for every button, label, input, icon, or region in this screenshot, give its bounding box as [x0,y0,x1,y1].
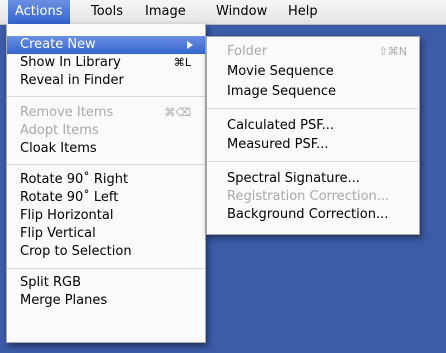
menu-separator [7,164,205,165]
menu-item-label: Image Sequence [227,84,336,99]
menu-item-label: Reveal in Finder [20,73,124,88]
menu-item-label: Split RGB [20,275,81,290]
menu-item-label: Remove Items [20,105,114,120]
menu-item-label: Spectral Signature... [227,171,360,186]
menu-item-label: Background Correction... [227,207,389,222]
menu-window[interactable]: Window [209,0,274,24]
menu-item-flip-vertical[interactable]: Flip Vertical [7,225,205,243]
menu-item-rotate-right[interactable]: Rotate 90˚ Right [7,171,205,189]
submenu-item-registration-correction: Registration Correction... [207,188,419,206]
actions-menu: Create New Show In Library ⌘L Reveal in … [6,24,206,343]
menu-item-cloak-items[interactable]: Cloak Items [7,140,205,158]
menu-separator [7,268,205,269]
menu-item-remove-items: Remove Items ⌘⌫ [7,104,205,122]
menu-separator [207,161,419,162]
submenu-item-folder: Folder ⇧⌘N [207,43,419,61]
shortcut-label: ⌘L [173,56,191,69]
submenu-arrow-icon [187,41,193,49]
menu-item-label: Folder [227,44,268,59]
submenu-item-measured-psf[interactable]: Measured PSF... [207,136,419,154]
menu-separator [7,96,205,97]
menu-item-label: Registration Correction... [227,189,390,204]
menu-item-label: Cloak Items [20,141,97,156]
menu-item-label: Flip Vertical [20,226,96,241]
submenu-item-movie-sequence[interactable]: Movie Sequence [207,63,419,81]
menu-separator [207,108,419,109]
menu-item-label: Show In Library [20,55,121,70]
menu-help[interactable]: Help [281,0,325,24]
menu-bar: Actions Tools Image Window Help [0,0,446,25]
menu-item-show-in-library[interactable]: Show In Library ⌘L [7,54,205,72]
submenu-item-calculated-psf[interactable]: Calculated PSF... [207,117,419,135]
menu-item-label: Merge Planes [20,293,108,308]
menu-item-label: Rotate 90˚ Right [20,172,129,187]
menu-item-rotate-left[interactable]: Rotate 90˚ Left [7,189,205,207]
menu-item-flip-horizontal[interactable]: Flip Horizontal [7,207,205,225]
submenu-item-background-correction[interactable]: Background Correction... [207,206,419,224]
shortcut-label: ⌘⌫ [164,106,191,119]
submenu-item-image-sequence[interactable]: Image Sequence [207,83,419,101]
menu-item-label: Create New [20,37,96,52]
menu-item-label: Rotate 90˚ Left [20,190,119,205]
shortcut-label: ⇧⌘N [378,45,407,58]
menu-item-label: Measured PSF... [227,137,329,152]
menu-item-adopt-items: Adopt Items [7,122,205,140]
menu-actions[interactable]: Actions [8,0,70,24]
menu-item-create-new[interactable]: Create New [7,36,205,54]
menu-item-crop-to-selection[interactable]: Crop to Selection [7,243,205,261]
menu-item-label: Flip Horizontal [20,208,114,223]
menu-item-label: Movie Sequence [227,64,334,79]
menu-item-label: Calculated PSF... [227,118,334,133]
menu-item-label: Adopt Items [20,123,99,138]
create-new-submenu: Folder ⇧⌘N Movie Sequence Image Sequence… [206,36,420,235]
menu-item-merge-planes[interactable]: Merge Planes [7,292,205,310]
submenu-item-spectral-signature[interactable]: Spectral Signature... [207,170,419,188]
menu-image[interactable]: Image [138,0,193,24]
menu-item-reveal-in-finder[interactable]: Reveal in Finder [7,72,205,90]
menu-item-split-rgb[interactable]: Split RGB [7,274,205,292]
menu-tools[interactable]: Tools [84,0,130,24]
menu-item-label: Crop to Selection [20,244,132,259]
